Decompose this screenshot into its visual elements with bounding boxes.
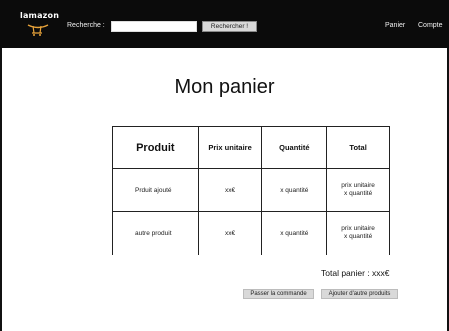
page-title: Mon panier — [174, 76, 275, 98]
cell-total: prix unitaire x quantité — [326, 211, 390, 255]
search-input[interactable] — [111, 21, 197, 32]
top-navigation-bar: lamazon Recherche : Rechercher ! Panier … — [0, 0, 449, 48]
place-order-button[interactable]: Passer la commande — [243, 289, 314, 299]
cell-total-line1: prix unitaire — [341, 225, 375, 233]
nav-cart-link[interactable]: Panier — [385, 22, 405, 29]
home-logo-link[interactable]: lamazon — [20, 11, 60, 37]
cell-quantity: x quantité — [261, 168, 328, 212]
cell-total-line1: prix unitaire — [341, 182, 375, 189]
table-row: Prduit ajouté xx€ x quantité prix unitai… — [112, 168, 390, 212]
cell-unit-price: xx€ — [197, 168, 263, 212]
column-header-product: Produit — [112, 126, 199, 169]
search-button[interactable]: Rechercher ! — [202, 21, 257, 32]
add-more-products-button[interactable]: Ajouter d'autre produits — [321, 289, 398, 299]
cart-total: Total panier : xxx€ — [321, 268, 390, 278]
column-header-quantity: Quantité — [261, 126, 328, 169]
table-row: autre produit xx€ x quantité prix unitai… — [112, 211, 390, 255]
column-header-total: Total — [326, 126, 390, 169]
nav-account-link[interactable]: Compte — [418, 22, 443, 29]
shopping-cart-logo-icon — [27, 24, 49, 36]
cell-quantity: x quantité — [261, 211, 328, 255]
search-label: Recherche : — [67, 22, 105, 29]
cell-total: prix unitaire x quantité — [326, 168, 390, 212]
cell-total-line2: x quantité — [344, 233, 373, 241]
logo-text: lamazon — [20, 11, 60, 20]
cart-table: Produit Prix unitaire Quantité Total Prd… — [112, 126, 390, 255]
cell-total-line2: x quantité — [344, 190, 373, 197]
cell-unit-price: xx€ — [197, 211, 263, 255]
cell-product: Prduit ajouté — [112, 168, 199, 212]
table-header-row: Produit Prix unitaire Quantité Total — [112, 126, 390, 169]
column-header-unit-price: Prix unitaire — [197, 126, 263, 169]
cell-product: autre produit — [112, 211, 199, 255]
